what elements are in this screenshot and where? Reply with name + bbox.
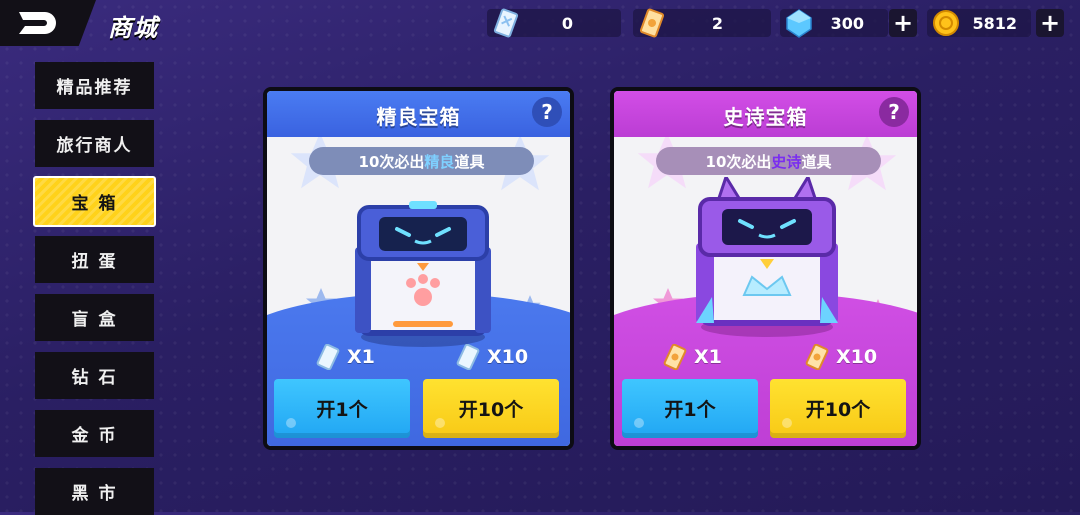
sidebar-item-featured[interactable]: 精品推荐 xyxy=(35,62,154,109)
tagline-highlight: 史诗 xyxy=(771,152,802,171)
price-single-label: X1 xyxy=(347,346,375,368)
back-icon xyxy=(19,12,56,34)
card-title: 史诗宝箱 xyxy=(723,105,808,129)
gold-coin-count: 5812 xyxy=(972,13,1017,33)
gold-ticket-count: 2 xyxy=(711,13,723,33)
currency-gold-coin: 5812 xyxy=(927,9,1031,37)
tagline-suffix: 道具 xyxy=(801,152,832,171)
open-ten-button[interactable]: 开10个 xyxy=(423,379,559,438)
price-ten-label: X10 xyxy=(836,346,878,368)
price-ten: X10 xyxy=(804,344,877,370)
tagline-prefix: 10次必出 xyxy=(358,152,425,171)
blue-ticket-icon xyxy=(316,344,340,370)
blue-ticket-icon xyxy=(493,8,519,38)
open-one-button[interactable]: 开1个 xyxy=(622,379,758,438)
currency-blue-ticket: 0 xyxy=(487,8,621,38)
gold-coin-icon xyxy=(933,10,959,36)
page-title: 商城 xyxy=(108,14,158,42)
price-single-label: X1 xyxy=(694,346,722,368)
sidebar-item-chests[interactable]: 宝 箱 xyxy=(33,176,156,227)
price-ten-label: X10 xyxy=(487,346,529,368)
diamond-count: 300 xyxy=(830,13,864,33)
help-button[interactable]: ? xyxy=(532,97,562,127)
sidebar-item-blind-box[interactable]: 盲 盒 xyxy=(35,294,154,341)
currency-diamond: 300 xyxy=(780,9,888,38)
sidebar-item-traveling-merchant[interactable]: 旅行商人 xyxy=(35,120,154,167)
add-gold-coin-button[interactable]: + xyxy=(1036,9,1064,37)
sidebar-item-diamonds[interactable]: 钻 石 xyxy=(35,352,154,399)
open-ten-button[interactable]: 开10个 xyxy=(770,379,906,438)
fine-chest-image xyxy=(355,201,491,347)
price-single: X1 xyxy=(315,344,375,370)
tagline-highlight: 精良 xyxy=(424,152,455,171)
card-title: 精良宝箱 xyxy=(376,105,461,129)
help-button[interactable]: ? xyxy=(879,97,909,127)
tagline-suffix: 道具 xyxy=(454,152,485,171)
card-header: 精良宝箱 ? xyxy=(267,91,570,137)
price-single: X1 xyxy=(662,344,722,370)
open-one-button[interactable]: 开1个 xyxy=(274,379,410,438)
currency-gold-ticket: 2 xyxy=(633,8,771,38)
gold-ticket-icon xyxy=(639,8,665,38)
fine-chest-card: 精良宝箱 ? 10次必出 精良 道具 X1 X10 开1个 开10个 xyxy=(263,87,574,450)
gold-ticket-icon xyxy=(663,344,687,370)
guarantee-tagline: 10次必出 史诗 道具 xyxy=(656,147,881,175)
price-ten: X10 xyxy=(455,344,528,370)
blue-ticket-count: 0 xyxy=(561,13,573,33)
top-bar: 商城 0 2 300 + 5812 + xyxy=(0,0,1080,48)
tagline-prefix: 10次必出 xyxy=(705,152,772,171)
diamond-icon xyxy=(786,9,812,38)
gold-ticket-icon xyxy=(805,344,829,370)
sidebar-item-gacha[interactable]: 扭 蛋 xyxy=(35,236,154,283)
sidebar-item-gold-coins[interactable]: 金 币 xyxy=(35,410,154,457)
epic-chest-card: 史诗宝箱 ? 10次必出 史诗 道具 X1 X10 开1个 开10个 xyxy=(610,87,921,450)
epic-chest-image xyxy=(696,177,838,337)
add-diamond-button[interactable]: + xyxy=(889,9,917,37)
blue-ticket-icon xyxy=(456,344,480,370)
card-header: 史诗宝箱 ? xyxy=(614,91,917,137)
guarantee-tagline: 10次必出 精良 道具 xyxy=(309,147,534,175)
sidebar-item-black-market[interactable]: 黑 市 xyxy=(35,468,154,515)
back-button[interactable] xyxy=(0,0,96,46)
